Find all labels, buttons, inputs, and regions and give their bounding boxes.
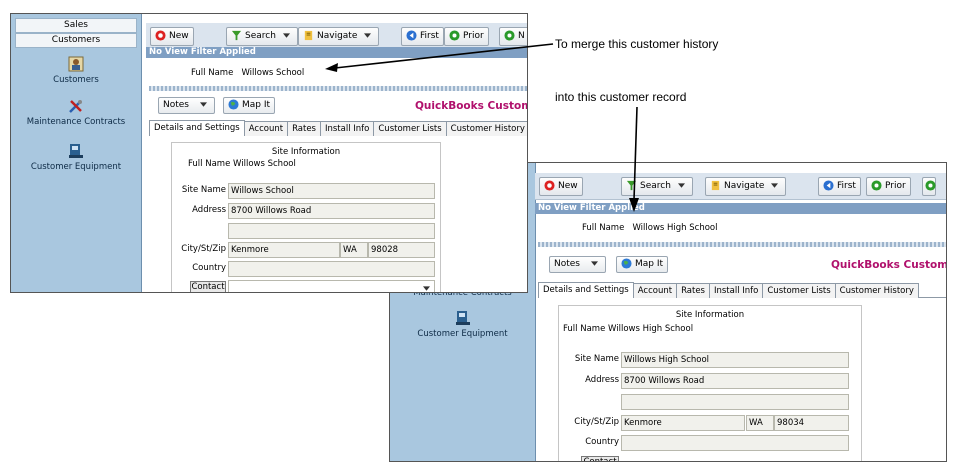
annotation-arrows (325, 43, 639, 212)
arrow-to-source-name (334, 43, 554, 69)
arrowhead-icon (325, 63, 338, 72)
arrow-to-target-name (633, 106, 638, 201)
arrowhead-icon (629, 198, 639, 212)
